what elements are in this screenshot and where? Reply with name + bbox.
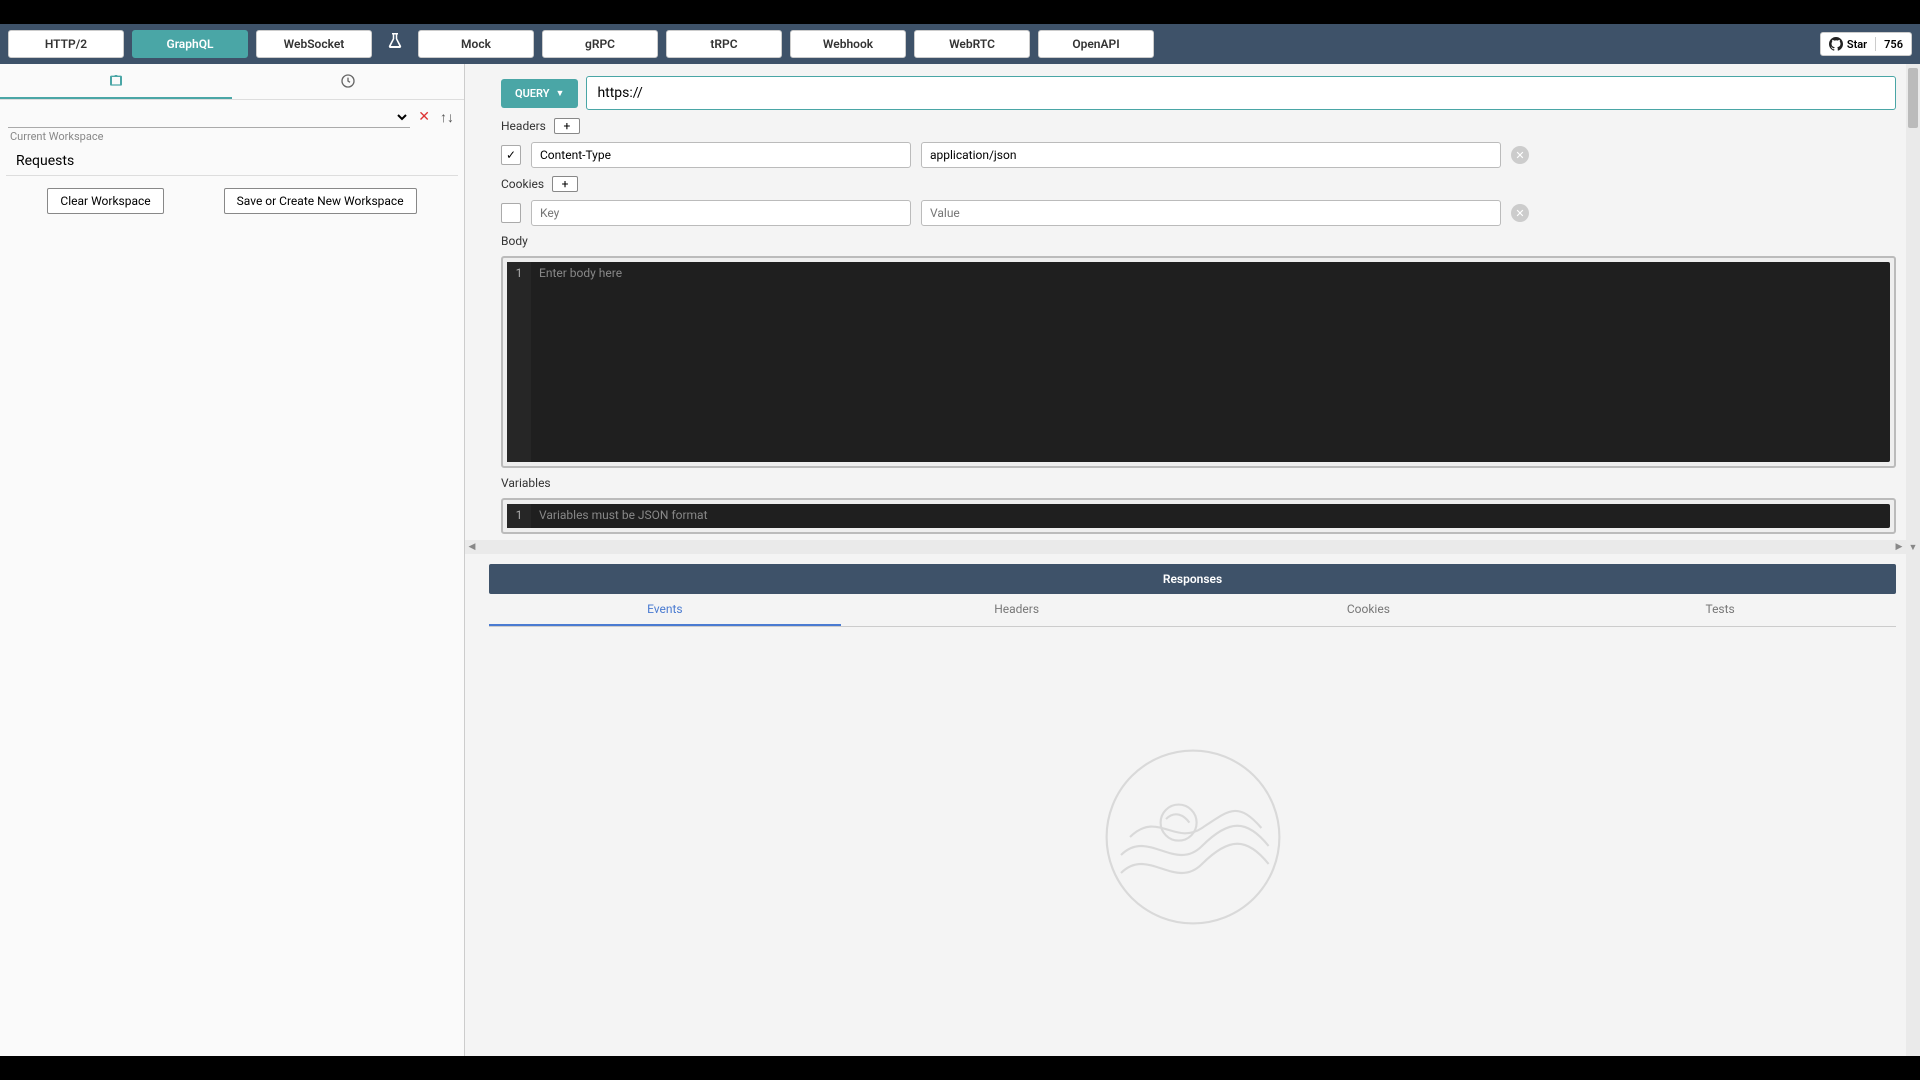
response-tab-headers[interactable]: Headers — [841, 594, 1193, 626]
line-gutter: 1 — [507, 262, 531, 462]
wave-logo-icon — [1103, 747, 1283, 927]
cookie-row: ✕ — [501, 200, 1896, 226]
body-label: Body — [501, 234, 528, 248]
response-tab-tests[interactable]: Tests — [1544, 594, 1896, 626]
tab-grpc[interactable]: gRPC — [542, 30, 658, 58]
header-value-input[interactable] — [921, 142, 1501, 168]
tab-webhook[interactable]: Webhook — [790, 30, 906, 58]
cookie-enabled-checkbox[interactable] — [501, 203, 521, 223]
cookie-value-input[interactable] — [921, 200, 1501, 226]
url-input[interactable] — [586, 76, 1896, 110]
sidebar-tab-workspace[interactable] — [0, 64, 232, 99]
topbar: HTTP/2 GraphQL WebSocket Mock gRPC tRPC … — [0, 24, 1920, 64]
variables-editor-wrap: 1 Variables must be JSON format — [501, 498, 1896, 534]
body-editor[interactable]: 1 Enter body here — [507, 262, 1890, 462]
vertical-scrollbar[interactable] — [1906, 64, 1920, 1056]
tab-trpc[interactable]: tRPC — [666, 30, 782, 58]
requests-title: Requests — [6, 149, 458, 176]
tab-webrtc[interactable]: WebRTC — [914, 30, 1030, 58]
star-count: 756 — [1876, 38, 1911, 51]
horizontal-scrollbar[interactable]: ◀ ▶ ▼ — [465, 540, 1920, 554]
content: QUERY ▼ Headers + ✓ ✕ Cookies — [465, 64, 1920, 1056]
github-star-widget[interactable]: Star 756 — [1820, 32, 1912, 56]
responses-header: Responses — [489, 564, 1896, 594]
close-icon[interactable]: ✕ — [416, 109, 432, 125]
variables-editor[interactable]: 1 Variables must be JSON format — [507, 504, 1890, 528]
cookie-key-input[interactable] — [531, 200, 911, 226]
scroll-down-icon[interactable]: ▼ — [1906, 540, 1920, 554]
add-header-button[interactable]: + — [554, 118, 580, 134]
flask-icon — [380, 33, 410, 56]
method-label: QUERY — [515, 87, 550, 100]
sort-icon[interactable]: ↑↓ — [438, 109, 456, 126]
response-tab-events[interactable]: Events — [489, 594, 841, 626]
workspace-label: Current Workspace — [0, 128, 464, 149]
scroll-left-icon[interactable]: ◀ — [465, 540, 479, 554]
delete-header-icon[interactable]: ✕ — [1511, 146, 1529, 164]
variables-placeholder: Variables must be JSON format — [531, 504, 1890, 528]
header-row: ✓ ✕ — [501, 142, 1896, 168]
body-editor-wrap: 1 Enter body here — [501, 256, 1896, 468]
response-tab-cookies[interactable]: Cookies — [1193, 594, 1545, 626]
variables-label: Variables — [501, 476, 551, 490]
tab-mock[interactable]: Mock — [418, 30, 534, 58]
responses-body — [489, 627, 1896, 1046]
briefcase-icon — [108, 73, 124, 89]
sidebar-tab-history[interactable] — [232, 64, 464, 99]
headers-label: Headers — [501, 119, 546, 133]
line-gutter: 1 — [507, 504, 531, 528]
chevron-down-icon: ▼ — [556, 88, 565, 99]
scroll-right-icon[interactable]: ▶ — [1892, 540, 1906, 554]
tab-openapi[interactable]: OpenAPI — [1038, 30, 1154, 58]
star-label: Star — [1847, 38, 1867, 51]
save-workspace-button[interactable]: Save or Create New Workspace — [224, 188, 417, 214]
tab-graphql[interactable]: GraphQL — [132, 30, 248, 58]
sidebar: ✕ ↑↓ Current Workspace Requests Clear Wo… — [0, 64, 465, 1056]
header-key-input[interactable] — [531, 142, 911, 168]
method-dropdown[interactable]: QUERY ▼ — [501, 79, 578, 108]
workspace-select[interactable] — [8, 106, 410, 128]
github-icon — [1829, 37, 1843, 51]
tab-http2[interactable]: HTTP/2 — [8, 30, 124, 58]
delete-cookie-icon[interactable]: ✕ — [1511, 204, 1529, 222]
add-cookie-button[interactable]: + — [552, 176, 578, 192]
body-placeholder: Enter body here — [531, 262, 1890, 462]
clear-workspace-button[interactable]: Clear Workspace — [47, 188, 163, 214]
tab-websocket[interactable]: WebSocket — [256, 30, 372, 58]
cookies-label: Cookies — [501, 177, 544, 191]
clock-icon — [340, 73, 356, 89]
header-enabled-checkbox[interactable]: ✓ — [501, 145, 521, 165]
